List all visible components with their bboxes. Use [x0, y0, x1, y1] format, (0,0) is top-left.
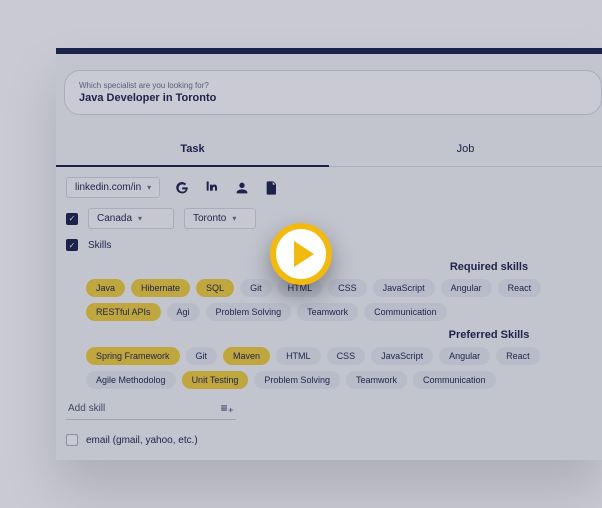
skill-pill[interactable]: Git — [240, 279, 272, 297]
tab-job[interactable]: Job — [329, 133, 602, 167]
location-row: ✓ Canada ▾ Toronto ▾ — [66, 208, 592, 229]
search-box[interactable]: Which specialist are you looking for? Ja… — [64, 70, 602, 115]
skills-label: Skills — [88, 240, 111, 251]
skill-pill[interactable]: Teamwork — [297, 303, 358, 321]
source-value: linkedin.com/in — [75, 182, 141, 193]
search-query: Java Developer in Toronto — [79, 92, 587, 104]
chevron-down-icon: ▾ — [232, 214, 236, 223]
skill-pill[interactable]: Communication — [364, 303, 447, 321]
email-label: email (gmail, yahoo, etc.) — [86, 435, 198, 446]
required-pills: JavaHibernateSQLGitHTMLCSSJavaScriptAngu… — [86, 279, 592, 321]
skill-pill[interactable]: Teamwork — [346, 371, 407, 389]
skill-pill[interactable]: Agile Methodolog — [86, 371, 176, 389]
google-icon[interactable] — [174, 180, 190, 196]
source-select[interactable]: linkedin.com/in ▾ — [66, 177, 160, 198]
source-icons — [174, 180, 280, 196]
skill-pill[interactable]: Spring Framework — [86, 347, 180, 365]
skill-pill[interactable]: RESTful APIs — [86, 303, 161, 321]
country-checkbox[interactable]: ✓ — [66, 213, 78, 225]
skills-checkbox[interactable]: ✓ — [66, 239, 78, 251]
content: linkedin.com/in ▾ ✓ Canada ▾ Toronto — [56, 167, 602, 456]
tab-task[interactable]: Task — [56, 133, 329, 167]
play-button[interactable] — [270, 223, 332, 285]
skill-pill[interactable]: React — [496, 347, 540, 365]
skill-pill[interactable]: Problem Solving — [206, 303, 292, 321]
country-value: Canada — [97, 213, 132, 224]
preferred-pills: Spring Framework Git Maven HTML CSS JavaScrip… — [86, 347, 592, 389]
skill-pill[interactable]: Maven — [223, 347, 270, 365]
list-add-icon: ≡₊ — [221, 401, 234, 415]
skill-pill[interactable]: Agi — [167, 303, 200, 321]
skill-pill[interactable]: Communication — [413, 371, 496, 389]
add-skill-label: Add skill — [68, 403, 105, 414]
play-triangle-icon — [294, 241, 314, 267]
skill-pill[interactable]: Hibernate — [131, 279, 190, 297]
email-row: ✓ email (gmail, yahoo, etc.) — [66, 434, 592, 446]
skill-pill[interactable]: HTML — [276, 347, 321, 365]
city-select[interactable]: Toronto ▾ — [184, 208, 256, 229]
skill-pill[interactable]: JavaScript — [373, 279, 435, 297]
linkedin-icon[interactable] — [204, 180, 220, 196]
document-icon[interactable] — [264, 180, 280, 196]
skill-pill[interactable]: SQL — [196, 279, 234, 297]
country-select[interactable]: Canada ▾ — [88, 208, 174, 229]
chevron-down-icon: ▾ — [147, 183, 151, 192]
source-row: linkedin.com/in ▾ — [66, 177, 592, 198]
skill-pill[interactable]: CSS — [328, 279, 367, 297]
skill-pill[interactable]: Angular — [441, 279, 492, 297]
skill-pill[interactable]: Problem Solving — [254, 371, 340, 389]
skill-pill[interactable]: Git — [186, 347, 218, 365]
city-value: Toronto — [193, 213, 226, 224]
chevron-down-icon: ▾ — [138, 214, 142, 223]
email-checkbox[interactable]: ✓ — [66, 434, 78, 446]
skill-pill[interactable]: Angular — [439, 347, 490, 365]
tabs: Task Job — [56, 133, 602, 167]
skill-pill[interactable]: CSS — [327, 347, 366, 365]
add-skill-input[interactable]: Add skill ≡₊ — [66, 397, 236, 420]
skill-pill[interactable]: JavaScript — [371, 347, 433, 365]
people-icon[interactable] — [234, 180, 250, 196]
skill-pill[interactable]: Java — [86, 279, 125, 297]
skill-pill[interactable]: Unit Testing — [182, 371, 249, 389]
skill-pill[interactable]: React — [498, 279, 542, 297]
stage: Which specialist are you looking for? Ja… — [0, 0, 602, 508]
preferred-title: Preferred Skills — [66, 329, 592, 341]
search-hint: Which specialist are you looking for? — [79, 81, 587, 90]
